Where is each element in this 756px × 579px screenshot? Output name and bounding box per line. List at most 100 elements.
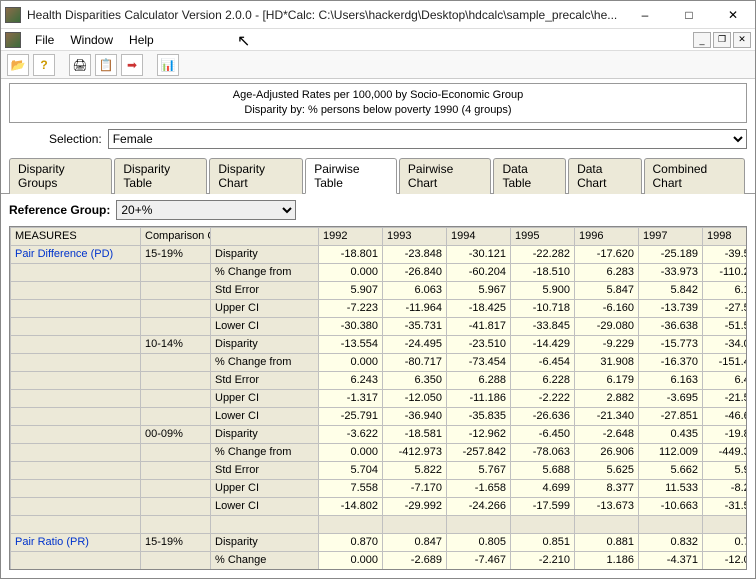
cell-value[interactable]: -6.450 [511,425,575,443]
cell-statistic[interactable]: Lower CI [211,317,319,335]
cell-value[interactable]: 6.163 [639,371,703,389]
tab-disparity-chart[interactable]: Disparity Chart [209,158,303,194]
cell-value[interactable]: -26.636 [511,407,575,425]
cell-value[interactable]: -13.739 [639,299,703,317]
cell-value[interactable]: 7.558 [319,479,383,497]
cell-value[interactable]: -4.371 [639,551,703,569]
cell-value[interactable]: 1.186 [575,551,639,569]
col-year-1995[interactable]: 1995 [511,227,575,245]
cell-comparison[interactable] [141,515,211,533]
col-year-1993[interactable]: 1993 [383,227,447,245]
tab-disparity-groups[interactable]: Disparity Groups [9,158,112,194]
cell-value[interactable]: 5.662 [639,461,703,479]
cell-value[interactable] [383,515,447,533]
cell-value[interactable]: -6.160 [575,299,639,317]
cell-statistic[interactable]: Std Error [211,281,319,299]
cell-measure[interactable] [11,425,141,443]
cell-value[interactable]: 5.929 [703,461,748,479]
cell-measure[interactable] [11,263,141,281]
cell-measure[interactable]: Pair Difference (PD) [11,245,141,263]
cell-value[interactable]: -12.962 [447,425,511,443]
cell-value[interactable]: -9.229 [575,335,639,353]
col-year-1996[interactable]: 1996 [575,227,639,245]
cell-comparison[interactable] [141,479,211,497]
menu-file[interactable]: File [27,31,62,49]
col-year-1992[interactable]: 1992 [319,227,383,245]
cell-value[interactable]: -46.636 [703,407,748,425]
open-button[interactable]: 📂 [7,54,29,76]
cell-value[interactable]: 5.847 [575,281,639,299]
cell-statistic[interactable]: Disparity [211,245,319,263]
cell-value[interactable] [511,515,575,533]
cell-value[interactable]: -257.842 [447,443,511,461]
cell-value[interactable]: -2.689 [383,551,447,569]
cell-value[interactable]: 6.228 [511,371,575,389]
cell-statistic[interactable]: Upper CI [211,299,319,317]
cell-measure[interactable] [11,371,141,389]
cell-value[interactable]: -24.495 [383,335,447,353]
cell-measure[interactable] [11,353,141,371]
cell-comparison[interactable] [141,443,211,461]
chart-button[interactable]: 📊 [157,54,179,76]
cell-value[interactable]: -11.186 [447,389,511,407]
cell-statistic[interactable]: Std Error [211,569,319,570]
cell-measure[interactable] [11,299,141,317]
cell-value[interactable]: -34.083 [703,335,748,353]
cell-value[interactable]: -449.356 [703,443,748,461]
help-button[interactable]: ? [33,54,55,76]
cell-value[interactable]: -51.537 [703,317,748,335]
cell-value[interactable]: -16.370 [639,353,703,371]
cell-value[interactable]: 5.688 [511,461,575,479]
cell-value[interactable]: 5.900 [511,281,575,299]
cell-statistic[interactable]: Lower CI [211,497,319,515]
cell-value[interactable]: 0.041 [383,569,447,570]
cell-comparison[interactable] [141,461,211,479]
print-button[interactable]: 🖨 [69,54,91,76]
cell-statistic[interactable]: Disparity [211,533,319,551]
cell-value[interactable]: -30.380 [319,317,383,335]
cell-value[interactable]: -22.282 [511,245,575,263]
export-button[interactable]: ➡ [121,54,143,76]
cell-value[interactable] [703,515,748,533]
cell-value[interactable]: -73.454 [447,353,511,371]
cell-value[interactable]: -60.204 [447,263,511,281]
cell-value[interactable]: -18.510 [511,263,575,281]
cell-comparison[interactable] [141,389,211,407]
cell-value[interactable]: -13.554 [319,335,383,353]
col-year-1998[interactable]: 1998 [703,227,748,245]
col-statistic[interactable] [211,227,319,245]
cell-value[interactable]: 6.179 [575,371,639,389]
cell-value[interactable]: -27.851 [639,407,703,425]
cell-comparison[interactable] [141,371,211,389]
cell-statistic[interactable]: % Change [211,551,319,569]
cell-value[interactable]: 0.042 [319,569,383,570]
cell-measure[interactable] [11,551,141,569]
cell-value[interactable]: 31.908 [575,353,639,371]
cell-comparison[interactable] [141,569,211,570]
cell-value[interactable]: 6.283 [575,263,639,281]
cell-value[interactable]: -35.835 [447,407,511,425]
cell-value[interactable]: 6.350 [383,371,447,389]
mdi-minimize-button[interactable]: _ [693,32,711,48]
cell-value[interactable]: -3.695 [639,389,703,407]
col-measures[interactable]: MEASURES [11,227,141,245]
cell-value[interactable]: -25.189 [639,245,703,263]
cell-value[interactable]: 0.847 [383,533,447,551]
cell-value[interactable]: -12.050 [383,389,447,407]
cell-value[interactable]: 26.906 [575,443,639,461]
cell-value[interactable]: -80.717 [383,353,447,371]
cell-value[interactable]: -17.599 [511,497,575,515]
cell-value[interactable]: 4.699 [511,479,575,497]
cell-comparison[interactable] [141,263,211,281]
cell-comparison[interactable] [141,497,211,515]
cell-value[interactable]: 0.000 [319,443,383,461]
mdi-restore-button[interactable]: ❐ [713,32,731,48]
cell-value[interactable]: -2.210 [511,551,575,569]
cell-value[interactable]: 5.704 [319,461,383,479]
cell-measure[interactable]: Pair Ratio (PR) [11,533,141,551]
cell-value[interactable]: -6.454 [511,353,575,371]
close-button[interactable]: ✕ [711,1,755,29]
cell-value[interactable]: -23.510 [447,335,511,353]
cell-comparison[interactable]: 15-19% [141,533,211,551]
cell-value[interactable]: -29.992 [383,497,447,515]
